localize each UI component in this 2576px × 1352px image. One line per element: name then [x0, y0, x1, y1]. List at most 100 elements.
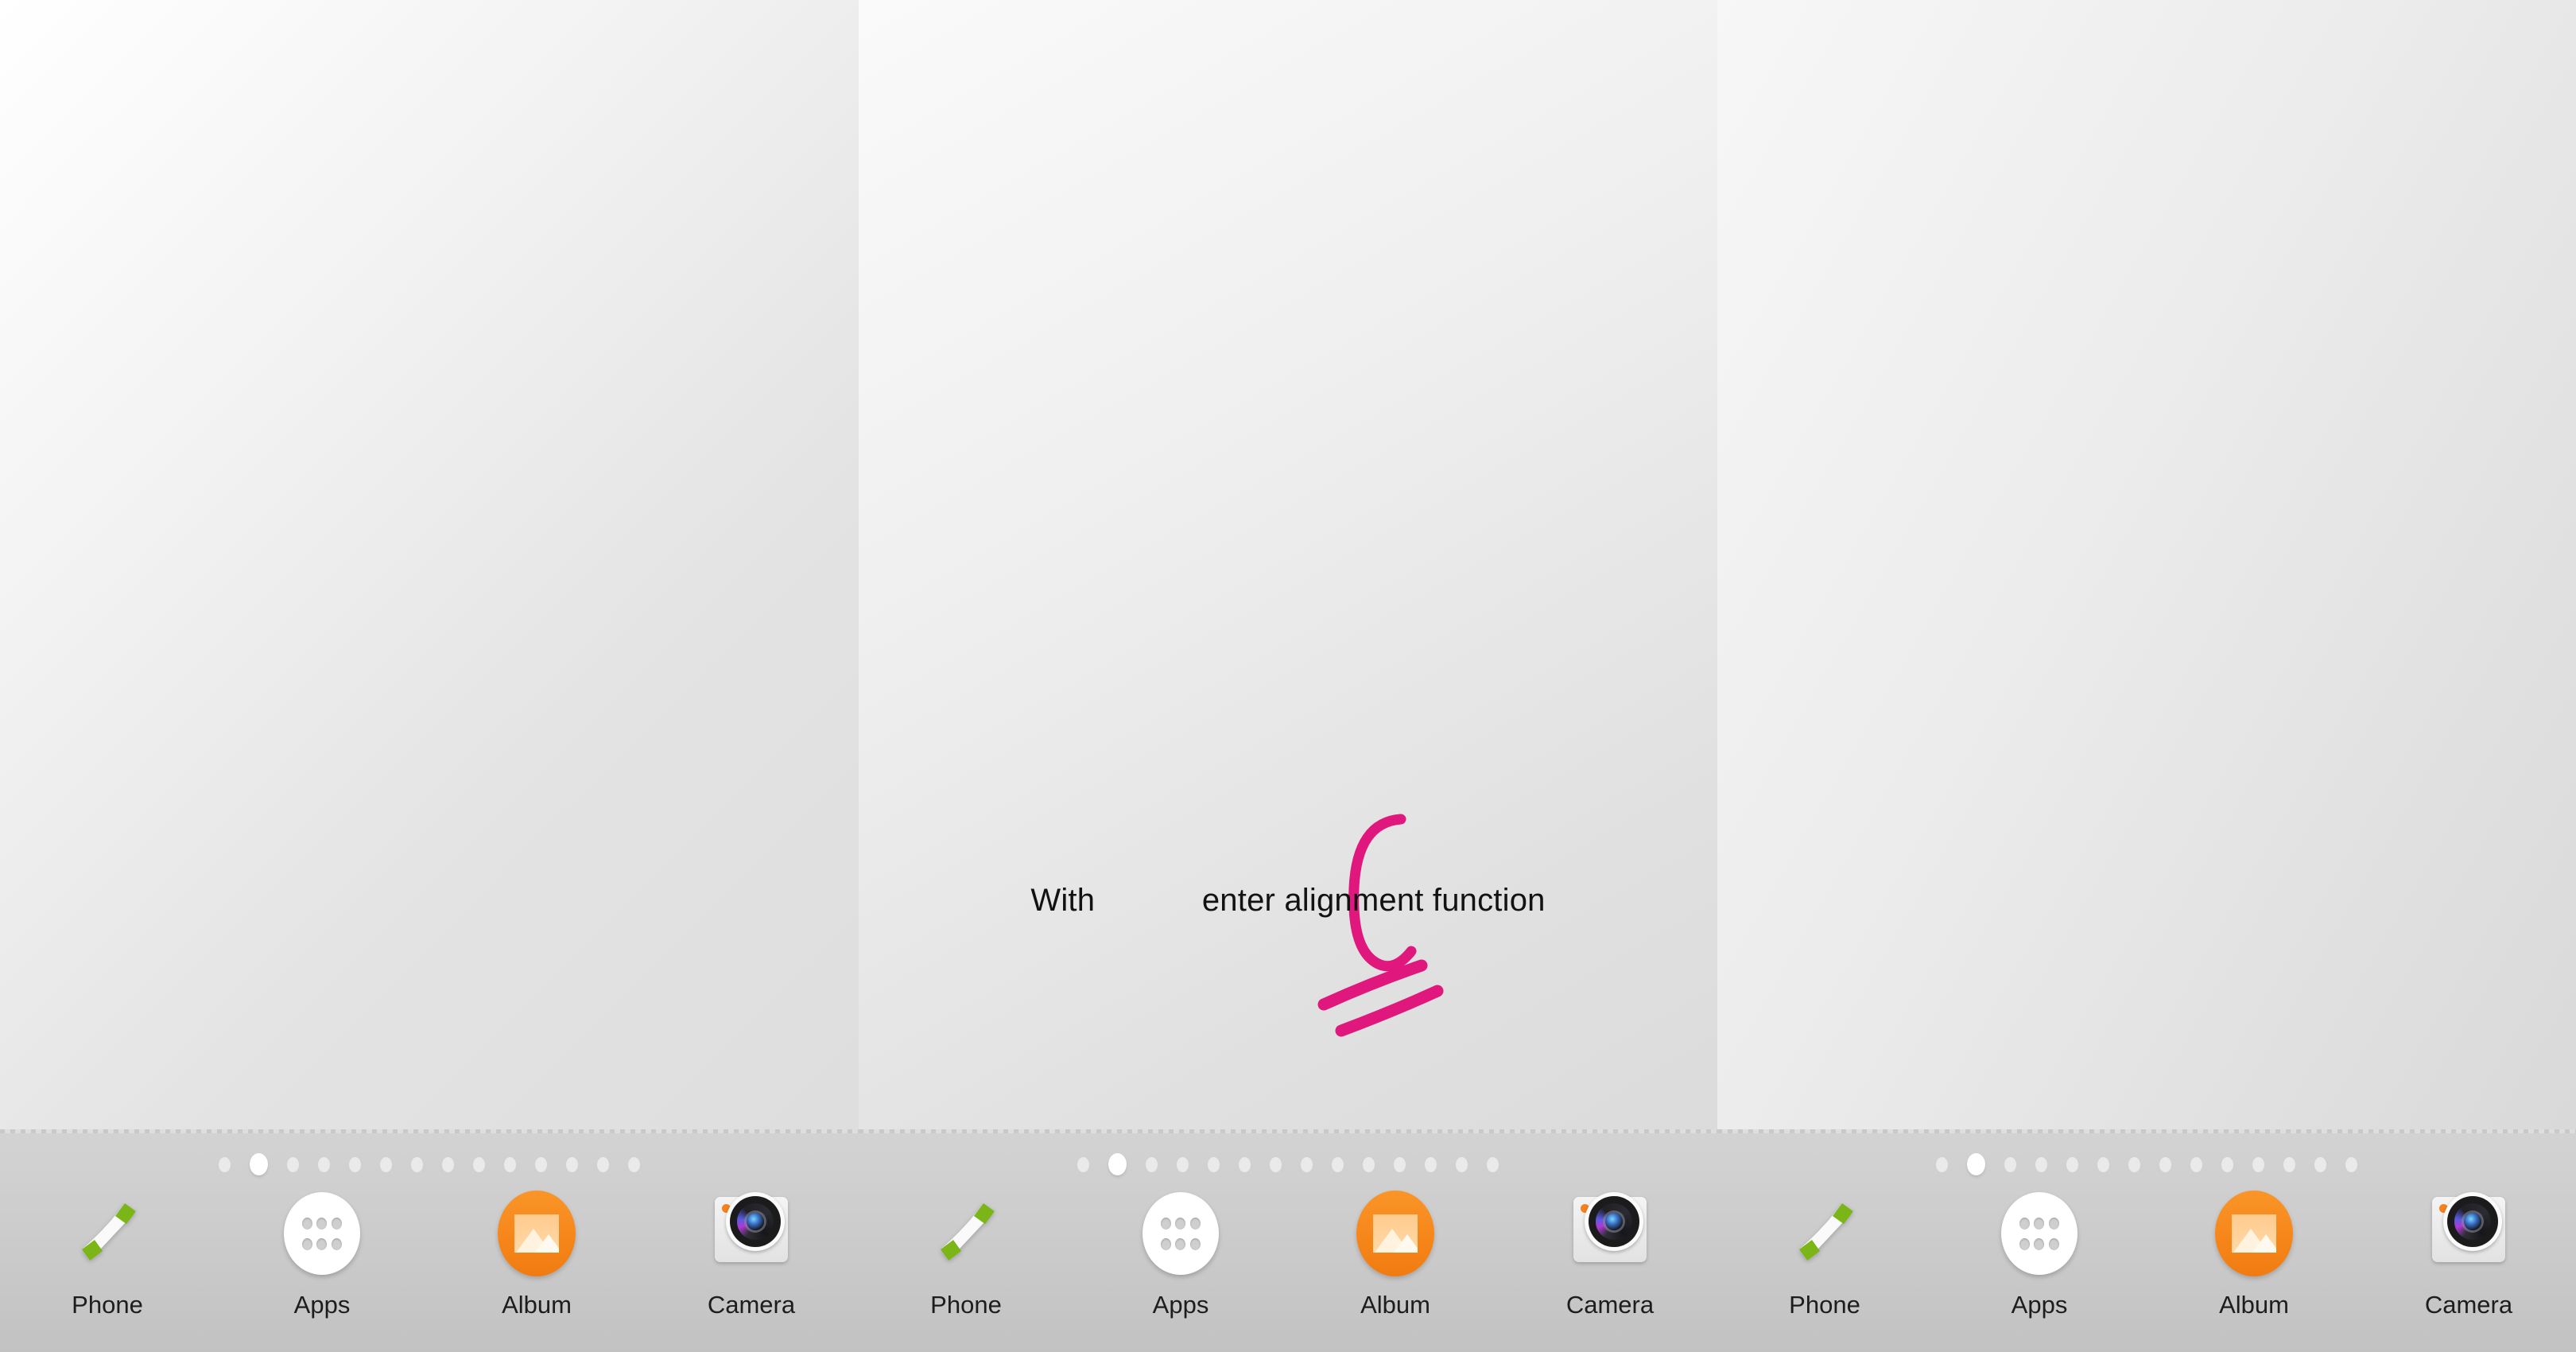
page-dot[interactable] — [597, 1156, 609, 1172]
soft-white-wash-strip — [865, 678, 1705, 885]
page-dot[interactable] — [2004, 1156, 2016, 1172]
page-dot[interactable] — [473, 1156, 485, 1172]
rose-bloom-white-strip — [865, 899, 1705, 1105]
wallpaper-strip[interactable] — [865, 6, 1705, 217]
camera-lens-icon[interactable] — [707, 1189, 796, 1278]
galaxy-wallpaper-panel[interactable]: Phone Apps Album Camera — [0, 0, 859, 1352]
page-dot[interactable] — [1456, 1156, 1468, 1172]
page-dot[interactable] — [1425, 1156, 1437, 1172]
dock-item-apps[interactable]: Apps — [1960, 1189, 2119, 1319]
camera-lens-icon[interactable] — [2424, 1189, 2513, 1278]
wallpaper-strip[interactable] — [6, 897, 846, 1100]
dock-item-camera[interactable]: Camera — [2389, 1189, 2548, 1319]
wallpaper-strip[interactable] — [865, 229, 1705, 436]
page-dot[interactable] — [2283, 1156, 2295, 1172]
page-dot[interactable] — [504, 1156, 516, 1172]
album-photo-icon[interactable] — [492, 1189, 581, 1278]
page-dot[interactable] — [2314, 1156, 2326, 1172]
page-dot[interactable] — [2066, 1156, 2078, 1172]
page-dot[interactable] — [2221, 1156, 2233, 1172]
page-dot[interactable] — [287, 1156, 299, 1172]
page-dot[interactable] — [2345, 1156, 2357, 1172]
torn-edge-top — [1724, 676, 2563, 686]
wallpaper-strip[interactable] — [865, 678, 1705, 885]
page-dot[interactable] — [1239, 1156, 1251, 1172]
dock-item-album[interactable]: Album — [2174, 1189, 2334, 1319]
page-dot[interactable] — [318, 1156, 330, 1172]
torn-edge-bottom — [6, 1090, 846, 1100]
page-dot[interactable] — [1363, 1156, 1375, 1172]
page-dot[interactable] — [1177, 1156, 1189, 1172]
page-dot[interactable] — [380, 1156, 392, 1172]
page-dot[interactable] — [2252, 1156, 2264, 1172]
page-dot-active[interactable] — [1108, 1153, 1127, 1175]
album-photo-icon[interactable] — [2209, 1189, 2299, 1278]
dock-item-apps[interactable]: Apps — [1101, 1189, 1260, 1319]
apps-grid-icon[interactable] — [1995, 1189, 2084, 1278]
page-dot[interactable] — [2159, 1156, 2171, 1172]
page-dot[interactable] — [442, 1156, 454, 1172]
apps-grid-icon[interactable] — [1136, 1189, 1225, 1278]
page-dot[interactable] — [535, 1156, 547, 1172]
page-dot-active[interactable] — [1967, 1153, 1985, 1175]
wallpaper-strip[interactable] — [6, 674, 846, 877]
phone-handset-icon[interactable] — [1780, 1189, 1869, 1278]
page-dot[interactable] — [1301, 1156, 1313, 1172]
wallpaper-strip[interactable] — [1724, 455, 2563, 660]
dock-item-phone[interactable]: Phone — [28, 1189, 187, 1319]
dock-item-camera[interactable]: Camera — [1530, 1189, 1690, 1319]
wallpaper-strip[interactable] — [1724, 676, 2563, 883]
page-dot[interactable] — [1394, 1156, 1406, 1172]
wallpaper-strip[interactable] — [865, 899, 1705, 1105]
wallpaper-strip-list — [0, 0, 859, 1129]
wallpaper-strip[interactable] — [1724, 6, 2563, 212]
pink-watercolor-panel[interactable]: With enter alignment function Phone Apps… — [859, 0, 1717, 1352]
page-dot[interactable] — [1077, 1156, 1089, 1172]
pink-splatter-strip — [865, 6, 1705, 217]
orchid-bloom-strip — [865, 229, 1705, 436]
torn-edge-bottom — [865, 1095, 1705, 1105]
dock-bar: Phone Apps Album Camera — [859, 1129, 1717, 1352]
page-dot[interactable] — [1146, 1156, 1158, 1172]
torn-edge-top — [1724, 899, 2563, 909]
page-dot[interactable] — [1332, 1156, 1344, 1172]
dock-item-album[interactable]: Album — [457, 1189, 616, 1319]
wallpaper-strip[interactable] — [6, 228, 846, 431]
phone-handset-icon[interactable] — [63, 1189, 152, 1278]
dock-item-apps[interactable]: Apps — [242, 1189, 402, 1319]
page-dot[interactable] — [1936, 1156, 1948, 1172]
dock-item-phone[interactable]: Phone — [1745, 1189, 1904, 1319]
camera-lens-icon[interactable] — [1565, 1189, 1655, 1278]
page-dot[interactable] — [2035, 1156, 2047, 1172]
page-dot-active[interactable] — [250, 1153, 268, 1175]
page-dot[interactable] — [1487, 1156, 1499, 1172]
page-dot[interactable] — [219, 1156, 231, 1172]
page-dot[interactable] — [411, 1156, 423, 1172]
dock-item-label: Phone — [930, 1291, 1002, 1319]
page-dot[interactable] — [349, 1156, 361, 1172]
page-indicator[interactable] — [0, 1153, 859, 1175]
page-indicator[interactable] — [1717, 1153, 2576, 1175]
page-dot[interactable] — [2190, 1156, 2202, 1172]
wallpaper-strip[interactable] — [6, 452, 846, 655]
wallpaper-strip[interactable] — [865, 452, 1705, 662]
album-photo-icon[interactable] — [1351, 1189, 1440, 1278]
dock-item-camera[interactable]: Camera — [672, 1189, 831, 1319]
dock-item-phone[interactable]: Phone — [886, 1189, 1046, 1319]
magenta-teal-strip — [6, 674, 846, 877]
wallpaper-strip[interactable] — [1724, 231, 2563, 437]
page-dot[interactable] — [1208, 1156, 1220, 1172]
wallpaper-strip[interactable] — [1724, 899, 2563, 1101]
page-dot[interactable] — [1270, 1156, 1282, 1172]
wallpaper-strip[interactable] — [6, 6, 846, 209]
page-dot[interactable] — [2128, 1156, 2140, 1172]
phone-handset-icon[interactable] — [921, 1189, 1011, 1278]
page-dot[interactable] — [628, 1156, 640, 1172]
page-dot[interactable] — [566, 1156, 578, 1172]
apps-grid-icon[interactable] — [277, 1189, 367, 1278]
polka-dot-panel[interactable]: Phone Apps Album Camera — [1717, 0, 2576, 1352]
page-dot[interactable] — [2097, 1156, 2109, 1172]
dock-bar: Phone Apps Album Camera — [0, 1129, 859, 1352]
dock-item-album[interactable]: Album — [1316, 1189, 1475, 1319]
page-indicator[interactable] — [859, 1153, 1717, 1175]
